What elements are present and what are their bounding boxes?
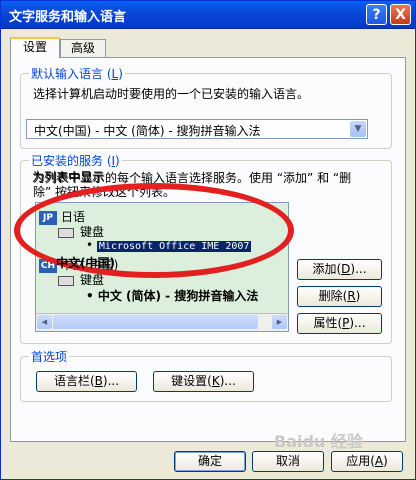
- tree-service-sogou[interactable]: • 中文 (简体) - 搜狗拼音输入法: [86, 287, 258, 304]
- title-bar[interactable]: 文字服务和输入语言 ? X: [1, 1, 415, 29]
- add-button[interactable]: 添加(D)...: [297, 259, 382, 280]
- properties-button[interactable]: 属性(P)...: [297, 313, 382, 334]
- preferences-title: 首选项: [29, 348, 70, 365]
- chevron-down-icon[interactable]: ▼: [350, 121, 366, 137]
- scroll-left-icon[interactable]: ◀: [37, 315, 52, 329]
- overlay-fragment: 为列表中显示: [32, 170, 105, 184]
- horizontal-scrollbar[interactable]: ◀ ▶: [36, 313, 288, 331]
- scrollbar-thumb[interactable]: [53, 315, 258, 329]
- ok-button[interactable]: 确定: [174, 451, 246, 472]
- remove-button[interactable]: 删除(R): [297, 286, 382, 307]
- tab-settings[interactable]: 设置: [10, 37, 60, 58]
- bullet: •: [86, 289, 94, 303]
- watermark: Baidu 经验: [274, 432, 363, 451]
- apply-button[interactable]: 应用(A): [331, 451, 403, 472]
- window-title: 文字服务和输入语言: [9, 10, 127, 25]
- help-button[interactable]: ?: [366, 4, 387, 25]
- language-bar-button[interactable]: 语言栏(B)...: [36, 371, 137, 392]
- keyboard-icon: [58, 275, 74, 286]
- key-settings-button[interactable]: 键设置(K)...: [153, 371, 254, 392]
- scroll-right-icon[interactable]: ▶: [272, 315, 287, 329]
- tab-advanced[interactable]: 高级: [60, 39, 106, 57]
- overlay-fragment: 中文(中国): [56, 256, 115, 270]
- dropdown-value: 中文(中国) - 中文 (简体) - 搜狗拼音输入法: [34, 124, 261, 138]
- default-language-desc: 选择计算机启动时要使用的一个已安装的输入语言。: [33, 87, 310, 101]
- installed-services-title: 已安装的服务 (I): [29, 152, 122, 169]
- close-button[interactable]: X: [390, 4, 411, 25]
- default-language-title: 默认输入语言 (L): [29, 65, 125, 82]
- default-language-dropdown[interactable]: 中文(中国) - 中文 (简体) - 搜狗拼音输入法 ▼: [26, 119, 368, 139]
- cancel-button[interactable]: 取消: [252, 451, 324, 472]
